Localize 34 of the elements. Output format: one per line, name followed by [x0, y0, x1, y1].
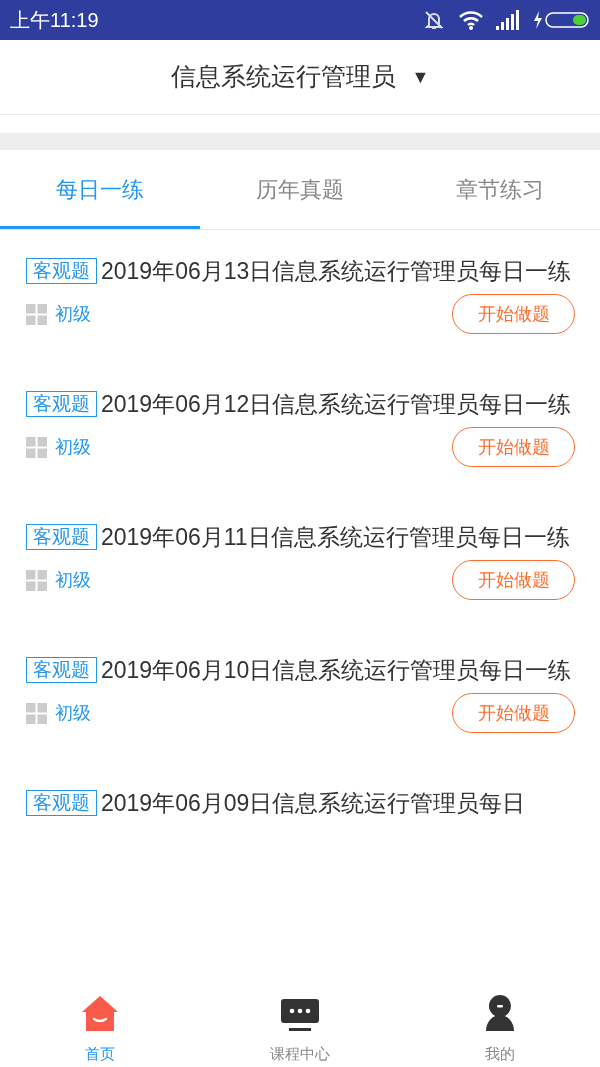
type-tag: 客观题	[26, 790, 97, 816]
difficulty-label: 初级	[55, 568, 91, 592]
battery-icon	[532, 10, 590, 30]
difficulty-label: 初级	[55, 302, 91, 326]
type-tag: 客观题	[26, 258, 97, 284]
dropdown-caret[interactable]: ▼	[411, 63, 430, 91]
exercise-title[interactable]: 客观题 2019年06月13日信息系统运行管理员每日一练	[26, 252, 575, 290]
tab[interactable]: 章节练习	[400, 150, 600, 229]
grid-icon	[26, 436, 47, 458]
grid-icon	[26, 569, 47, 591]
type-tag: 客观题	[26, 524, 97, 550]
page-title[interactable]: 信息系统运行管理员	[170, 58, 396, 96]
difficulty-label: 初级	[55, 435, 91, 459]
nav-tab[interactable]: 课程中心	[200, 985, 400, 1067]
tab[interactable]: 历年真题	[200, 150, 400, 229]
exercise-title[interactable]: 客观题 2019年06月09日信息系统运行管理员每日	[26, 784, 575, 822]
difficulty-label: 初级	[55, 701, 91, 725]
tab[interactable]: 每日一练	[0, 150, 200, 229]
nav-tab[interactable]: 首页	[0, 985, 200, 1067]
exercise-title[interactable]: 客观题 2019年06月12日信息系统运行管理员每日一练	[26, 385, 575, 423]
mute-icon	[422, 9, 446, 31]
signal-icon	[496, 10, 520, 30]
nav-tab[interactable]: 我的	[400, 985, 600, 1067]
wifi-icon	[458, 10, 484, 30]
exercise-title[interactable]: 客观题 2019年06月11日信息系统运行管理员每日一练	[26, 518, 575, 556]
grid-icon	[26, 303, 47, 325]
type-tag: 客观题	[26, 657, 97, 683]
house-icon	[81, 995, 119, 1031]
person-icon	[484, 995, 516, 1031]
exercise-title[interactable]: 客观题 2019年06月10日信息系统运行管理员每日一练	[26, 651, 575, 689]
type-tag: 客观题	[26, 391, 97, 417]
status-time: 上午11:19	[10, 8, 99, 33]
monitor-icon	[281, 999, 319, 1031]
grid-icon	[26, 702, 47, 724]
